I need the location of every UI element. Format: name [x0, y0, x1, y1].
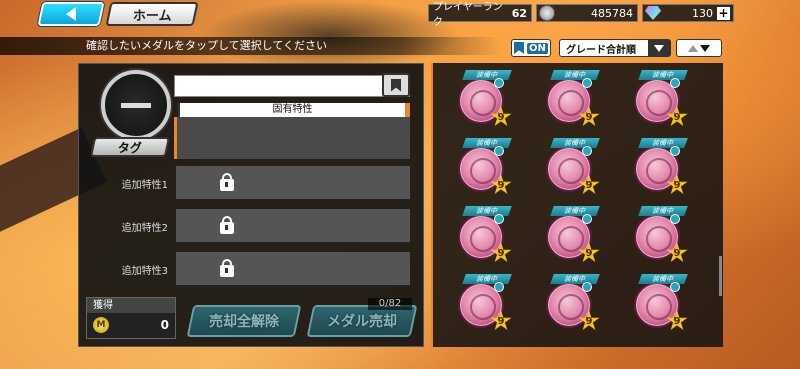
equipped-tag: 装備中 — [550, 206, 600, 216]
medal-item[interactable]: 装備中 9 — [542, 138, 600, 198]
equipped-tag: 装備中 — [638, 206, 688, 216]
extra-trait-row: 追加特性2 — [88, 209, 410, 244]
extra-trait-label: 追加特性2 — [121, 223, 168, 234]
equipped-icon — [494, 146, 504, 156]
medal-item[interactable]: 装備中 9 — [454, 274, 512, 334]
equipped-tag: 装備中 — [550, 138, 600, 148]
extra-trait-row: 追加特性3 — [88, 252, 410, 287]
equipped-tag: 装備中 — [462, 274, 512, 284]
extra-trait-slot — [176, 166, 410, 201]
bookmark-icon — [514, 42, 524, 54]
lock-icon — [220, 172, 234, 191]
coin-value: 485784 — [591, 6, 633, 20]
unique-trait-box — [174, 117, 410, 159]
extra-trait-row: 追加特性1 — [88, 166, 410, 201]
home-label: ホーム — [132, 8, 172, 24]
equipped-tag: 装備中 — [638, 138, 688, 148]
sort-order-button[interactable] — [676, 39, 722, 57]
sort-asc-icon — [688, 44, 698, 52]
medal-item[interactable]: 装備中 9 — [542, 70, 600, 130]
empty-dash-icon — [121, 103, 151, 108]
equipped-icon — [670, 282, 680, 292]
player-rank: プレイヤーランク 62 — [428, 2, 532, 28]
equipped-icon — [582, 214, 592, 224]
medal-item[interactable]: 装備中 9 — [542, 274, 600, 334]
lock-icon — [220, 215, 234, 234]
rank-value: 62 — [511, 6, 527, 20]
extra-trait-label: 追加特性1 — [121, 180, 168, 191]
medal-item[interactable]: 装備中 9 — [454, 206, 512, 266]
toggle-state: ON — [527, 42, 548, 54]
sort-select[interactable]: グレード合計順 — [559, 39, 671, 57]
add-gems-button[interactable]: + — [717, 6, 730, 20]
scrollbar[interactable] — [719, 256, 722, 296]
back-arrow-icon — [66, 7, 76, 21]
background-decoration — [200, 0, 460, 70]
equipped-tag: 装備中 — [638, 274, 688, 284]
medal-item[interactable]: 装備中 9 — [454, 70, 512, 130]
equipped-icon — [582, 282, 592, 292]
tag-label: タグ — [117, 140, 142, 155]
home-button[interactable]: ホーム — [105, 2, 199, 26]
equipped-tag: 装備中 — [550, 70, 600, 80]
release-all-button[interactable]: 売却全解除 — [186, 305, 302, 337]
instruction-text: 確認したいメダルをタップして選択してください — [0, 37, 500, 55]
lock-icon — [220, 258, 234, 277]
medal-coin-icon: M — [93, 317, 109, 333]
rank-label: プレイヤーランク — [433, 2, 503, 28]
release-all-label: 売却全解除 — [209, 314, 279, 330]
sort-desc-icon — [700, 44, 710, 52]
medal-item[interactable]: 装備中 9 — [630, 138, 688, 198]
gem-icon — [645, 6, 661, 20]
sell-medal-label: メダル売却 — [327, 314, 397, 330]
gain-panel: 獲得 M 0 — [86, 297, 176, 339]
sell-count: 0/82 — [368, 298, 412, 310]
equipped-icon — [670, 214, 680, 224]
gem-balance: 130 + — [642, 4, 734, 22]
gain-value: 0 — [160, 318, 169, 332]
medal-item[interactable]: 装備中 9 — [454, 138, 512, 198]
extra-trait-label: 追加特性3 — [121, 266, 168, 277]
sort-select-value: グレード合計順 — [566, 44, 636, 56]
tag-button[interactable]: タグ — [89, 137, 171, 157]
medal-item[interactable]: 装備中 9 — [630, 206, 688, 266]
gem-value: 130 — [692, 6, 713, 20]
bookmark-icon — [391, 78, 401, 92]
extra-trait-slot — [176, 209, 410, 244]
equipped-tag: 装備中 — [550, 274, 600, 284]
medal-item[interactable]: 装備中 9 — [542, 206, 600, 266]
favorite-filter-toggle[interactable]: ON — [511, 39, 551, 57]
equipped-icon — [582, 78, 592, 88]
unique-trait-header: 固有特性 — [178, 103, 410, 117]
medal-item[interactable]: 装備中 9 — [630, 274, 688, 334]
equipped-tag: 装備中 — [462, 206, 512, 216]
coin-icon — [539, 5, 555, 21]
equipped-icon — [582, 146, 592, 156]
equipped-icon — [670, 78, 680, 88]
equipped-icon — [494, 78, 504, 88]
gain-title: 獲得 — [87, 298, 175, 313]
extra-trait-slot — [176, 252, 410, 287]
equipped-tag: 装備中 — [462, 70, 512, 80]
equipped-icon — [670, 146, 680, 156]
bookmark-button[interactable] — [382, 73, 410, 97]
coin-balance: 485784 — [536, 4, 638, 22]
equipped-icon — [494, 282, 504, 292]
equipped-tag: 装備中 — [638, 70, 688, 80]
chevron-down-icon — [648, 40, 670, 56]
equipped-icon — [494, 214, 504, 224]
medal-name-bar — [174, 75, 410, 97]
medal-item[interactable]: 装備中 9 — [630, 70, 688, 130]
equipped-tag: 装備中 — [462, 138, 512, 148]
selected-medal-slot — [101, 70, 171, 140]
back-button[interactable] — [37, 2, 105, 26]
